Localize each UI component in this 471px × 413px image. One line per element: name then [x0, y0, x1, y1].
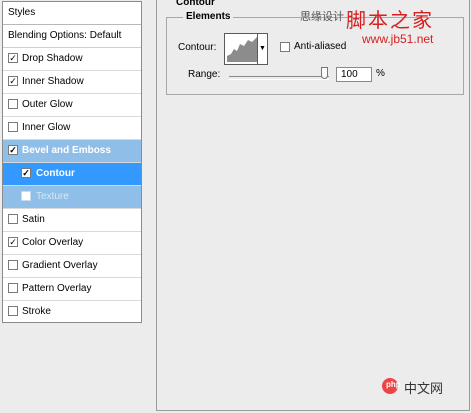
watermark-label: 中文网: [404, 381, 444, 396]
style-item-inner-shadow[interactable]: ✓ Inner Shadow: [3, 71, 141, 94]
style-item-label: Contour: [36, 168, 75, 179]
style-item-satin[interactable]: Satin: [3, 209, 141, 232]
style-item-label: Color Overlay: [22, 237, 84, 248]
watermark-text: 思缘设计: [300, 11, 344, 23]
checkbox-texture[interactable]: [21, 191, 31, 201]
style-item-bevel-and-emboss[interactable]: ✓ Bevel and Emboss: [3, 140, 141, 163]
elements-group-title: Elements: [183, 11, 234, 22]
styles-panel: Styles Blending Options: Default ✓ Drop …: [2, 1, 142, 323]
range-input[interactable]: 100: [336, 67, 372, 82]
range-unit: %: [376, 68, 385, 79]
watermark-logo-text: php: [386, 380, 401, 389]
checkbox-color-overlay[interactable]: ✓: [8, 237, 18, 247]
style-item-label: Drop Shadow: [22, 53, 83, 64]
watermark-title: 脚本之家: [346, 8, 434, 32]
checkbox-bevel-and-emboss[interactable]: ✓: [8, 145, 18, 155]
range-slider-track[interactable]: [229, 76, 329, 80]
checkbox-stroke[interactable]: [8, 306, 18, 316]
contour-picker[interactable]: ▼: [224, 33, 268, 65]
checkbox-outer-glow[interactable]: [8, 99, 18, 109]
style-item-label: Stroke: [22, 306, 51, 317]
style-item-label: Satin: [22, 214, 45, 225]
checkbox-drop-shadow[interactable]: ✓: [8, 53, 18, 63]
anti-aliased-label: Anti-aliased: [294, 41, 347, 52]
style-item-gradient-overlay[interactable]: Gradient Overlay: [3, 255, 141, 278]
style-item-contour[interactable]: ✓ Contour: [3, 163, 141, 186]
range-label: Range:: [188, 69, 221, 80]
contour-curve-icon: [227, 36, 257, 62]
style-item-drop-shadow[interactable]: ✓ Drop Shadow: [3, 48, 141, 71]
style-item-label: Texture: [36, 191, 69, 202]
checkbox-contour[interactable]: ✓: [21, 168, 31, 178]
style-item-stroke[interactable]: Stroke: [3, 301, 141, 323]
range-slider-thumb[interactable]: [321, 67, 328, 79]
style-item-color-overlay[interactable]: ✓ Color Overlay: [3, 232, 141, 255]
style-item-texture[interactable]: Texture: [3, 186, 141, 209]
contour-preview[interactable]: [227, 36, 257, 62]
checkbox-pattern-overlay[interactable]: [8, 283, 18, 293]
blending-options-item[interactable]: Blending Options: Default: [3, 25, 141, 48]
checkbox-inner-shadow[interactable]: ✓: [8, 76, 18, 86]
style-item-inner-glow[interactable]: Inner Glow: [3, 117, 141, 140]
contour-section-title: Contour: [174, 0, 217, 8]
watermark-url: www.jb51.net: [362, 32, 434, 46]
style-item-label: Gradient Overlay: [22, 260, 98, 271]
style-item-label: Inner Shadow: [22, 76, 84, 87]
contour-label: Contour:: [178, 42, 217, 53]
chevron-down-icon[interactable]: ▼: [257, 34, 267, 64]
style-item-label: Inner Glow: [22, 122, 71, 133]
style-item-pattern-overlay[interactable]: Pattern Overlay: [3, 278, 141, 301]
anti-aliased-checkbox[interactable]: [280, 42, 290, 52]
style-item-label: Bevel and Emboss: [22, 145, 111, 156]
checkbox-gradient-overlay[interactable]: [8, 260, 18, 270]
checkbox-inner-glow[interactable]: [8, 122, 18, 132]
style-item-outer-glow[interactable]: Outer Glow: [3, 94, 141, 117]
style-item-label: Pattern Overlay: [22, 283, 92, 294]
checkbox-satin[interactable]: [8, 214, 18, 224]
styles-header[interactable]: Styles: [3, 2, 141, 25]
style-item-label: Outer Glow: [22, 99, 73, 110]
